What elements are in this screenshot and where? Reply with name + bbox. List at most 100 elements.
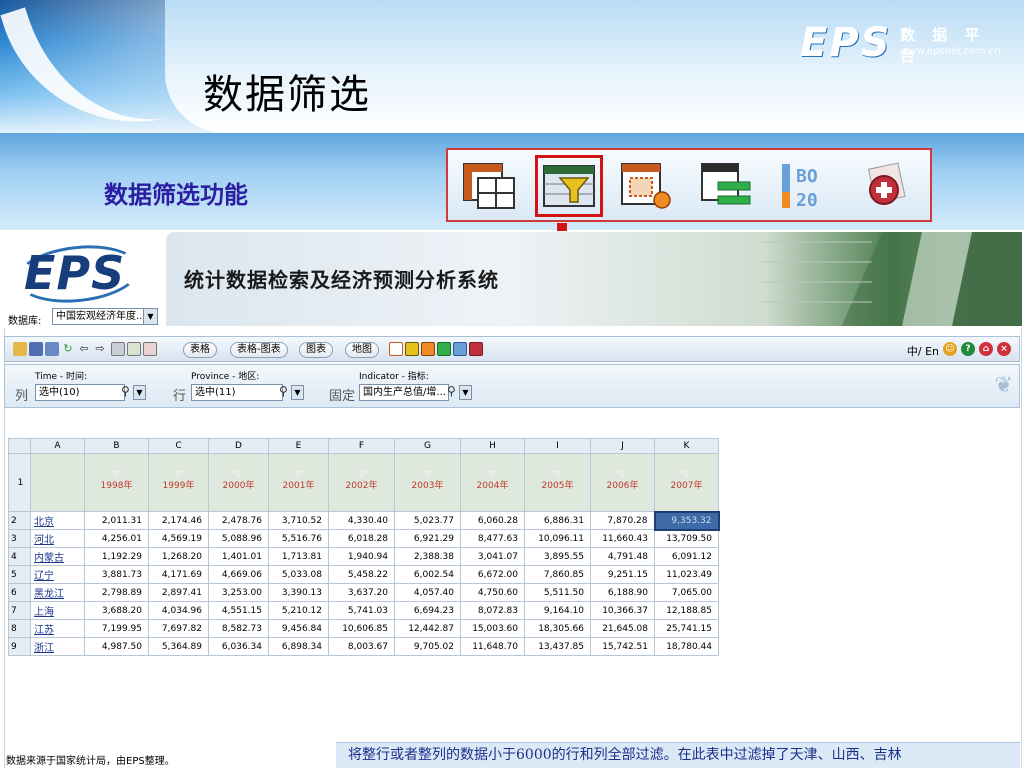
row-number[interactable]: 5 [8,565,31,584]
view-map-button[interactable]: 地图 [345,342,379,358]
data-cell[interactable]: 4,256.01 [84,529,149,548]
data-cell[interactable]: 2,388.38 [394,547,461,566]
list-layout-icon[interactable] [698,160,756,212]
data-cell[interactable]: 9,353.32 [653,510,720,531]
add-item-icon[interactable] [469,342,483,356]
search-icon[interactable]: ⚲ [279,384,288,398]
search-icon[interactable]: ⚲ [121,384,130,398]
chevron-down-icon[interactable]: ▼ [143,309,157,324]
col-letter[interactable]: G [394,438,461,454]
list-layout-icon[interactable] [437,342,451,356]
row-number[interactable]: 1 [8,453,31,512]
province-link[interactable]: 辽宁 [30,565,85,584]
province-link[interactable]: 河北 [30,529,85,548]
data-cell[interactable]: 7,065.00 [654,583,719,602]
data-cell[interactable]: 2,478.76 [208,511,269,530]
print-icon[interactable] [111,342,125,356]
data-cell[interactable]: 3,881.73 [84,565,149,584]
row-number[interactable]: 7 [8,601,31,620]
year-header-cell[interactable]: ▽ 2006年 [590,453,655,512]
year-header-cell[interactable]: ▽ 2002年 [328,453,395,512]
data-cell[interactable]: 6,036.34 [208,637,269,656]
data-cell[interactable]: 8,003.67 [328,637,395,656]
data-cell[interactable]: 5,458.22 [328,565,395,584]
data-cell[interactable]: 1,713.81 [268,547,329,566]
filter-icon[interactable] [535,155,603,217]
home-icon[interactable]: ⌂ [979,342,993,356]
province-filter-input[interactable]: 选中(11) [191,384,283,401]
data-cell[interactable]: 1,192.29 [84,547,149,566]
data-cell[interactable]: 7,199.95 [84,619,149,638]
save-icon[interactable] [29,342,43,356]
data-cell[interactable]: 2,897.41 [148,583,209,602]
sort-triangle-icon[interactable]: ▽ [656,469,718,478]
data-cell[interactable]: 21,645.08 [590,619,655,638]
col-letter[interactable]: H [460,438,525,454]
help-icon[interactable]: ? [961,342,975,356]
data-cell[interactable]: 9,456.84 [268,619,329,638]
data-cell[interactable]: 3,688.20 [84,601,149,620]
sort-triangle-icon[interactable]: ▽ [396,469,460,478]
data-cell[interactable]: 8,477.63 [460,529,525,548]
data-cell[interactable]: 15,742.51 [590,637,655,656]
search-icon[interactable]: ⚲ [447,384,456,398]
chevron-down-icon[interactable]: ▼ [133,385,146,400]
data-cell[interactable]: 2,011.31 [84,511,149,530]
data-cell[interactable]: 5,023.77 [394,511,461,530]
row-number[interactable]: 6 [8,583,31,602]
view-table-chart-button[interactable]: 表格-图表 [230,342,288,358]
data-cell[interactable]: 5,511.50 [524,583,591,602]
chevron-down-icon[interactable]: ▼ [459,385,472,400]
export-icon[interactable] [127,342,141,356]
view-table-button[interactable]: 表格 [183,342,217,358]
refresh-icon[interactable]: ↻ [61,342,75,356]
numbering-icon[interactable] [453,342,467,356]
data-cell[interactable]: 3,253.00 [208,583,269,602]
data-cell[interactable]: 3,390.13 [268,583,329,602]
data-cell[interactable]: 5,210.12 [268,601,329,620]
data-cell[interactable]: 9,705.02 [394,637,461,656]
data-cell[interactable]: 6,002.54 [394,565,461,584]
data-cell[interactable]: 4,791.48 [590,547,655,566]
data-cell[interactable]: 5,088.96 [208,529,269,548]
col-letter[interactable]: B [84,438,149,454]
year-header-cell[interactable]: ▽ 2003年 [394,453,461,512]
data-cell[interactable]: 4,057.40 [394,583,461,602]
data-cell[interactable]: 7,860.85 [524,565,591,584]
table-layout-icon[interactable] [460,160,518,212]
province-link[interactable]: 浙江 [30,637,85,656]
col-letter[interactable]: K [654,438,719,454]
data-cell[interactable]: 15,003.60 [460,619,525,638]
data-cell[interactable]: 10,366.37 [590,601,655,620]
table-layout-icon[interactable] [389,342,403,356]
data-cell[interactable]: 6,898.34 [268,637,329,656]
numbering-icon[interactable]: BO 20 [776,160,834,212]
province-link[interactable]: 上海 [30,601,85,620]
data-cell[interactable]: 5,741.03 [328,601,395,620]
data-cell[interactable]: 18,780.44 [654,637,719,656]
data-cell[interactable]: 4,750.60 [460,583,525,602]
col-letter[interactable]: J [590,438,655,454]
data-cell[interactable]: 2,174.46 [148,511,209,530]
time-filter-input[interactable]: 选中(10) [35,384,125,401]
data-cell[interactable]: 6,188.90 [590,583,655,602]
data-cell[interactable]: 1,401.01 [208,547,269,566]
row-number[interactable]: 8 [8,619,31,638]
data-cell[interactable]: 4,987.50 [84,637,149,656]
data-cell[interactable]: 4,330.40 [328,511,395,530]
data-cell[interactable]: 6,018.28 [328,529,395,548]
data-cell[interactable]: 3,041.07 [460,547,525,566]
year-header-cell[interactable]: ▽ 2004年 [460,453,525,512]
data-cell[interactable]: 4,034.96 [148,601,209,620]
row-number[interactable]: 3 [8,529,31,548]
sort-triangle-icon[interactable]: ▽ [150,469,208,478]
sort-triangle-icon[interactable]: ▽ [592,469,654,478]
data-cell[interactable]: 2,798.89 [84,583,149,602]
year-header-cell[interactable]: ▽ 2005年 [524,453,591,512]
data-cell[interactable]: 3,637.20 [328,583,395,602]
data-cell[interactable]: 10,096.11 [524,529,591,548]
data-cell[interactable]: 12,188.85 [654,601,719,620]
save-as-icon[interactable] [45,342,59,356]
data-cell[interactable]: 6,091.12 [654,547,719,566]
province-link[interactable]: 江苏 [30,619,85,638]
